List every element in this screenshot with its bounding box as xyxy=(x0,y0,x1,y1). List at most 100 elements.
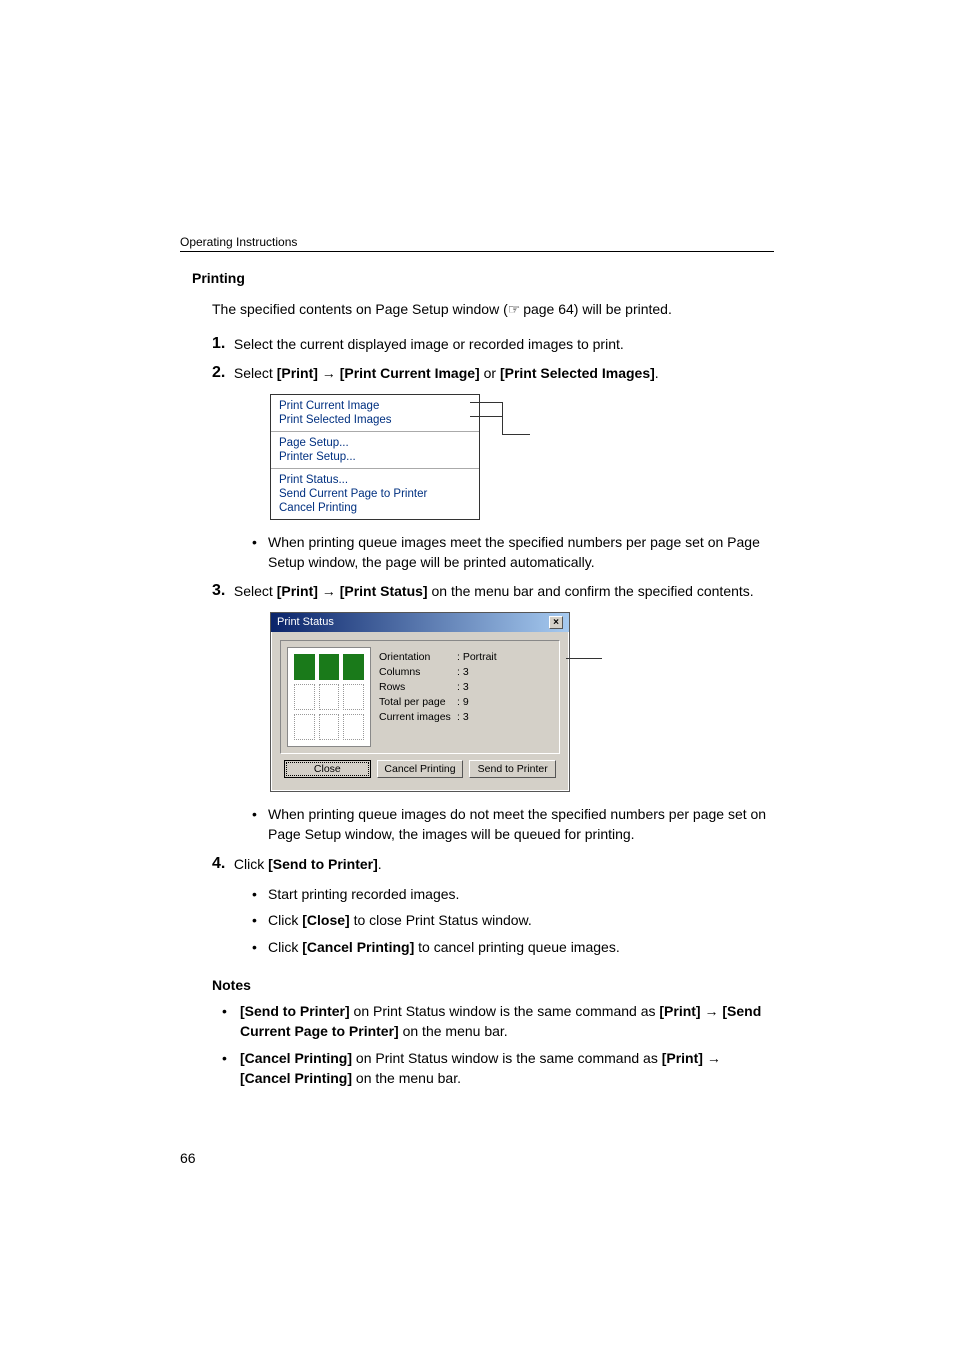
note-item: [Send to Printer] on Print Status window… xyxy=(216,1001,774,1042)
t: [Cancel Printing] xyxy=(240,1070,352,1086)
t: . xyxy=(378,856,382,872)
preview-cell-filled xyxy=(319,654,340,680)
step-3: 3. Select [Print] → [Print Status] on th… xyxy=(212,582,774,602)
t: [Print Selected Images] xyxy=(500,365,655,381)
step-text: Select the current displayed image or re… xyxy=(234,335,774,355)
bullet: When printing queue images meet the spec… xyxy=(248,532,774,573)
preview-cell-empty xyxy=(319,684,340,710)
note-item: [Cancel Printing] on Print Status window… xyxy=(216,1048,774,1089)
callout-line xyxy=(502,402,503,434)
t: on the menu bar and confirm the specifie… xyxy=(428,583,754,599)
notes-list: [Send to Printer] on Print Status window… xyxy=(216,1001,774,1088)
cancel-printing-button[interactable]: Cancel Printing xyxy=(377,760,464,778)
t: [Print] xyxy=(659,1003,700,1019)
t: Click xyxy=(268,939,302,955)
t: Click xyxy=(268,912,302,928)
menu-item-cancel-printing[interactable]: Cancel Printing xyxy=(279,501,471,515)
intro-text: The specified contents on Page Setup win… xyxy=(212,300,774,321)
t: [Send to Printer] xyxy=(240,1003,350,1019)
preview-cell-empty xyxy=(294,714,315,740)
label-rows: Rows xyxy=(379,681,457,693)
menu-item-printer-setup[interactable]: Printer Setup... xyxy=(279,450,471,464)
step-text: Click [Send to Printer]. xyxy=(234,855,774,875)
t: Select xyxy=(234,583,277,599)
t: [Print] xyxy=(662,1050,703,1066)
t: [Cancel Printing] xyxy=(240,1050,352,1066)
page-preview xyxy=(287,647,371,747)
t: [Print] xyxy=(277,583,318,599)
t: on Print Status window is the same comma… xyxy=(350,1003,660,1019)
preview-cell-filled xyxy=(343,654,364,680)
label-total: Total per page xyxy=(379,696,457,708)
t: [Print Status] xyxy=(340,583,428,599)
step-1: 1. Select the current displayed image or… xyxy=(212,335,774,355)
step-3-notes: When printing queue images do not meet t… xyxy=(248,804,774,845)
send-to-printer-button[interactable]: Send to Printer xyxy=(469,760,556,778)
close-button[interactable]: Close xyxy=(284,760,371,778)
t: [Print] xyxy=(277,365,318,381)
preview-cell-empty xyxy=(319,714,340,740)
bullet: Click [Close] to close Print Status wind… xyxy=(248,910,774,930)
t: [Close] xyxy=(302,912,349,928)
print-menu-figure: Print Current Image Print Selected Image… xyxy=(270,394,530,520)
intro-prefix: The specified contents on Page Setup win… xyxy=(212,301,508,317)
step-number: 1. xyxy=(212,335,230,353)
section-title: Printing xyxy=(192,270,774,286)
value-columns: : 3 xyxy=(457,666,469,678)
value-current: : 3 xyxy=(457,711,469,723)
menu-item-page-setup[interactable]: Page Setup... xyxy=(279,436,471,450)
menu-item-print-status[interactable]: Print Status... xyxy=(279,473,471,487)
print-status-figure: Print Status × xyxy=(270,612,600,792)
arrow-icon: → xyxy=(703,1050,721,1066)
menu-item-print-current[interactable]: Print Current Image xyxy=(279,399,471,413)
callout-line xyxy=(502,434,530,435)
print-status-titlebar: Print Status × xyxy=(271,613,569,632)
notes-heading: Notes xyxy=(212,977,774,993)
step-text: Select [Print] → [Print Status] on the m… xyxy=(234,582,774,602)
arrow-icon: → xyxy=(701,1003,723,1019)
print-status-info: Orientation: Portrait Columns: 3 Rows: 3… xyxy=(379,647,553,747)
bullet: Click [Cancel Printing] to cancel printi… xyxy=(248,937,774,957)
preview-cell-empty xyxy=(294,684,315,710)
page-number: 66 xyxy=(180,1150,196,1166)
t: [Send to Printer] xyxy=(268,856,378,872)
t: [Print Current Image] xyxy=(340,365,480,381)
step-number: 3. xyxy=(212,582,230,600)
step-4-notes: Start printing recorded images. Click [C… xyxy=(248,884,774,957)
step-2: 2. Select [Print] → [Print Current Image… xyxy=(212,364,774,384)
reference-icon: ☞ xyxy=(508,303,520,318)
step-number: 2. xyxy=(212,364,230,382)
label-orientation: Orientation xyxy=(379,651,457,663)
close-icon[interactable]: × xyxy=(549,616,563,629)
bullet: When printing queue images do not meet t… xyxy=(248,804,774,845)
t: Select xyxy=(234,365,277,381)
print-menu: Print Current Image Print Selected Image… xyxy=(270,394,480,520)
step-2-notes: When printing queue images meet the spec… xyxy=(248,532,774,573)
label-columns: Columns xyxy=(379,666,457,678)
t: on the menu bar. xyxy=(352,1070,461,1086)
arrow-icon: → xyxy=(318,365,340,381)
callout-line xyxy=(470,416,502,417)
t: to cancel printing queue images. xyxy=(414,939,619,955)
window-title: Print Status xyxy=(277,616,334,628)
t: or xyxy=(480,365,500,381)
callout-line xyxy=(470,402,502,403)
t: on the menu bar. xyxy=(399,1023,508,1039)
arrow-icon: → xyxy=(318,583,340,599)
value-total: : 9 xyxy=(457,696,469,708)
t: to close Print Status window. xyxy=(350,912,532,928)
preview-cell-empty xyxy=(343,684,364,710)
menu-item-send-current-page[interactable]: Send Current Page to Printer xyxy=(279,487,471,501)
intro-ref: page 64) will be printed. xyxy=(519,301,672,317)
t: on Print Status window is the same comma… xyxy=(352,1050,662,1066)
t: . xyxy=(655,365,659,381)
print-status-window: Print Status × xyxy=(270,612,570,792)
step-number: 4. xyxy=(212,855,230,873)
menu-item-print-selected[interactable]: Print Selected Images xyxy=(279,413,471,427)
callout-line xyxy=(566,658,602,659)
t: [Cancel Printing] xyxy=(302,939,414,955)
bullet: Start printing recorded images. xyxy=(248,884,774,904)
step-text: Select [Print] → [Print Current Image] o… xyxy=(234,364,774,384)
t: Click xyxy=(234,856,268,872)
preview-cell-filled xyxy=(294,654,315,680)
